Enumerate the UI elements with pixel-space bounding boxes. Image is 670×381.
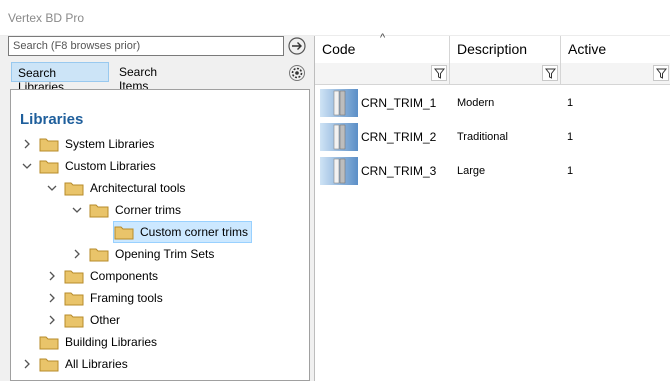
chevron-right-icon[interactable] xyxy=(46,270,58,282)
title-bar: Vertex BD Pro xyxy=(0,0,670,36)
trim-thumbnail-icon xyxy=(320,157,358,185)
library-tree: Libraries System Libraries Custom Librar… xyxy=(10,89,310,381)
tab-search-items[interactable]: Search Items xyxy=(113,62,193,93)
folder-icon xyxy=(64,270,84,284)
tree-node-label: Building Libraries xyxy=(65,335,158,349)
filter-button[interactable] xyxy=(431,65,447,81)
folder-icon xyxy=(64,314,84,328)
trim-thumbnail-icon xyxy=(320,123,358,151)
chevron-right-icon[interactable] xyxy=(71,248,83,260)
tree-node-label: Corner trims xyxy=(115,203,182,217)
trim-thumbnail-icon xyxy=(320,89,358,117)
settings-button[interactable] xyxy=(287,63,307,83)
chevron-right-icon[interactable] xyxy=(21,138,33,150)
tree-node-framing-tools[interactable]: Framing tools xyxy=(46,287,163,309)
code-cell: CRN_TRIM_1 xyxy=(320,86,436,120)
column-header-label: Description xyxy=(457,41,528,57)
tree-node-all-libraries[interactable]: All Libraries xyxy=(21,353,128,375)
window-title: Vertex BD Pro xyxy=(8,11,85,25)
folder-icon xyxy=(39,336,59,350)
tree-node-opening-trim-sets[interactable]: Opening Trim Sets xyxy=(71,243,214,265)
sort-ascending-icon: ^ xyxy=(380,32,386,44)
column-header-description[interactable]: Description xyxy=(450,36,561,63)
code-cell: CRN_TRIM_2 xyxy=(320,120,436,154)
filter-icon xyxy=(544,68,556,79)
folder-icon xyxy=(114,226,134,240)
filter-cell-active xyxy=(561,63,670,85)
table-row[interactable]: CRN_TRIM_1 Modern 1 xyxy=(315,86,670,120)
column-header-label: Code xyxy=(322,41,356,57)
folder-icon xyxy=(39,138,59,152)
folder-icon xyxy=(89,248,109,262)
tree-node-components[interactable]: Components xyxy=(46,265,158,287)
chevron-right-icon[interactable] xyxy=(21,358,33,370)
tree-node-label: Architectural tools xyxy=(90,181,186,195)
folder-icon xyxy=(64,292,84,306)
column-header-label: Active xyxy=(568,41,607,57)
tree-node-custom-libraries[interactable]: Custom Libraries xyxy=(21,155,156,177)
tree-node-other[interactable]: Other xyxy=(46,309,120,331)
arrow-right-icon xyxy=(288,37,306,55)
filter-button[interactable] xyxy=(542,65,558,81)
filter-icon xyxy=(433,68,445,79)
filter-icon xyxy=(655,68,667,79)
column-header-active[interactable]: Active xyxy=(561,36,670,63)
item-code: CRN_TRIM_3 xyxy=(361,164,437,178)
left-panel: Search Libraries Search Items Libraries … xyxy=(0,36,314,381)
chevron-right-icon[interactable] xyxy=(46,292,58,304)
tree-node-label: Custom Libraries xyxy=(65,159,156,173)
tree-node-label: System Libraries xyxy=(65,137,155,151)
chevron-down-icon[interactable] xyxy=(71,204,83,216)
go-button[interactable] xyxy=(288,37,306,55)
filter-cell-description xyxy=(450,63,561,85)
item-active: 1 xyxy=(567,97,574,109)
filter-cell-code xyxy=(315,63,450,85)
folder-icon xyxy=(64,182,84,196)
filter-button[interactable] xyxy=(653,65,669,81)
item-active: 1 xyxy=(567,131,574,143)
folder-icon xyxy=(89,204,109,218)
tree-node-label: Opening Trim Sets xyxy=(115,247,215,261)
search-input[interactable] xyxy=(8,36,284,56)
code-cell: CRN_TRIM_3 xyxy=(320,154,436,188)
table-row[interactable]: CRN_TRIM_2 Traditional 1 xyxy=(315,120,670,154)
item-code: CRN_TRIM_2 xyxy=(361,130,437,144)
tree-node-label: Custom corner trims xyxy=(140,225,249,239)
table-row[interactable]: CRN_TRIM_3 Large 1 xyxy=(315,154,670,188)
tree-node-architectural-tools[interactable]: Architectural tools xyxy=(46,177,185,199)
gear-icon xyxy=(289,65,305,81)
tree-node-label: Framing tools xyxy=(90,291,163,305)
tree-node-label: Other xyxy=(90,313,121,327)
tree-node-corner-trims[interactable]: Corner trims xyxy=(71,199,181,221)
items-grid: ^ Code Description Active CRN_TRIM_1 Mod… xyxy=(314,32,670,381)
folder-icon xyxy=(39,160,59,174)
item-description: Traditional xyxy=(457,131,508,143)
tab-search-libraries[interactable]: Search Libraries xyxy=(11,62,109,94)
item-description: Large xyxy=(457,165,486,177)
column-header-code[interactable]: ^ Code xyxy=(315,32,450,63)
item-active: 1 xyxy=(567,165,574,177)
tree-node-label: Components xyxy=(90,269,159,283)
chevron-down-icon[interactable] xyxy=(46,182,58,194)
chevron-down-icon[interactable] xyxy=(21,160,33,172)
item-code: CRN_TRIM_1 xyxy=(361,96,437,110)
chevron-right-icon[interactable] xyxy=(46,314,58,326)
folder-icon xyxy=(39,358,59,372)
tree-node-label: All Libraries xyxy=(65,357,128,371)
tree-node-building-libraries[interactable]: Building Libraries xyxy=(39,331,157,353)
item-description: Modern xyxy=(457,97,495,109)
tree-heading: Libraries xyxy=(20,111,84,128)
tree-node-system-libraries[interactable]: System Libraries xyxy=(21,133,154,155)
tree-node-custom-corner-trims[interactable]: Custom corner trims xyxy=(113,221,253,243)
